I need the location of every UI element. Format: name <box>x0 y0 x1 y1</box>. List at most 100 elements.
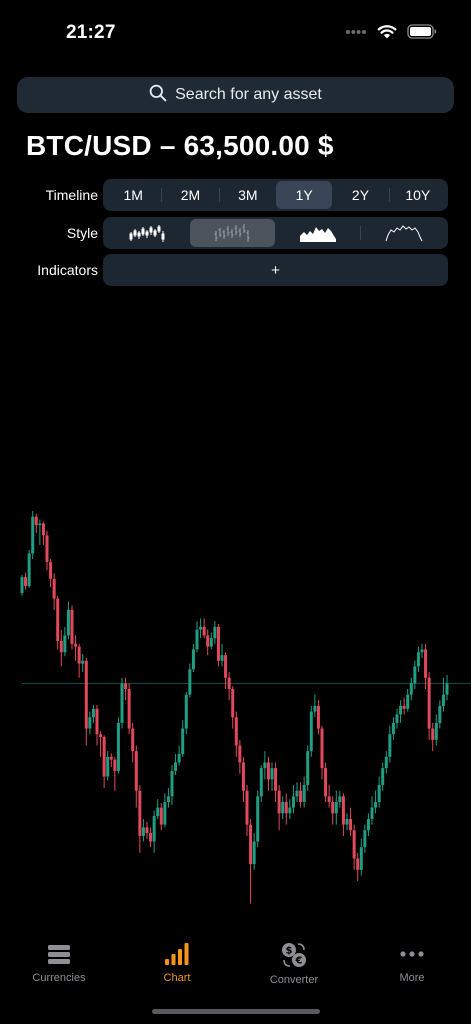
timeline-option-2y[interactable]: 2Y <box>332 181 388 209</box>
style-option-ohlc[interactable] <box>190 219 275 247</box>
candle <box>191 643 195 673</box>
candle <box>270 762 274 791</box>
candle <box>127 683 131 735</box>
tab-more[interactable]: More <box>353 942 471 984</box>
style-option-candles[interactable] <box>105 219 190 247</box>
timeline-option-2m[interactable]: 2M <box>162 181 218 209</box>
candle <box>316 700 320 735</box>
tab-chart[interactable]: Chart <box>118 942 236 984</box>
area-style-icon <box>299 227 336 242</box>
candle <box>38 519 42 545</box>
candle <box>338 790 342 808</box>
tab-converter[interactable]: $ € Converter <box>235 942 353 986</box>
style-label: Style <box>66 225 98 241</box>
candle <box>124 677 128 701</box>
candle <box>424 643 428 689</box>
candle <box>391 717 395 740</box>
candle <box>63 626 67 657</box>
candle <box>295 782 299 802</box>
candle <box>388 725 392 763</box>
svg-text:$: $ <box>286 946 293 957</box>
indicators-row: Indicators + <box>0 254 471 286</box>
status-bar: 21:27 <box>0 0 471 70</box>
candle <box>259 765 263 802</box>
candle <box>281 796 285 819</box>
candle <box>445 674 449 701</box>
candle <box>252 833 256 870</box>
style-option-area[interactable] <box>275 219 360 247</box>
candle <box>349 807 353 836</box>
candle <box>159 803 163 831</box>
candle <box>245 785 249 836</box>
candle <box>45 530 49 571</box>
candle <box>177 745 181 766</box>
style-option-line[interactable] <box>361 219 446 247</box>
candle <box>227 672 231 701</box>
candle <box>91 704 95 723</box>
candle <box>31 511 35 560</box>
candle <box>427 672 431 740</box>
candle <box>184 691 188 735</box>
candle <box>95 704 99 746</box>
candle <box>431 722 435 752</box>
tab-currencies[interactable]: Currencies <box>0 942 118 984</box>
page-title: BTC/USD – 63,500.00 $ <box>26 130 334 161</box>
candle <box>27 550 31 588</box>
candle <box>359 838 363 876</box>
candle <box>195 621 199 653</box>
candle <box>363 824 367 853</box>
candle <box>102 735 106 788</box>
candle <box>131 722 135 763</box>
indicators-label: Indicators <box>37 262 98 278</box>
candle <box>306 745 310 791</box>
candle <box>377 776 381 808</box>
timeline-option-1m[interactable]: 1M <box>105 181 161 209</box>
candle <box>88 711 92 735</box>
candle <box>409 677 413 701</box>
candle <box>263 751 267 780</box>
price-chart[interactable] <box>0 300 471 930</box>
status-time: 21:27 <box>66 22 116 43</box>
candle <box>288 799 292 819</box>
candle <box>216 624 220 667</box>
candle <box>188 663 192 698</box>
currency-exchange-icon: $ € <box>282 943 306 967</box>
candle <box>256 790 260 848</box>
candle <box>438 700 442 729</box>
candle <box>370 796 374 825</box>
tab-label: Converter <box>269 974 319 986</box>
candle <box>366 813 370 836</box>
stack-icon <box>48 945 70 964</box>
candle <box>309 705 313 757</box>
candle <box>170 765 174 805</box>
candle <box>141 818 145 842</box>
candle <box>381 762 385 791</box>
candle <box>149 827 153 848</box>
candle <box>74 635 78 661</box>
tab-label: Currencies <box>32 972 86 984</box>
candle <box>313 694 317 718</box>
timeline-segmented-control: 1M 2M 3M 1Y 2Y 10Y <box>103 179 448 211</box>
tab-label: Chart <box>163 972 191 984</box>
candle <box>116 717 120 774</box>
ellipsis-icon <box>400 951 424 957</box>
add-indicator-button[interactable]: + <box>103 254 448 286</box>
style-segmented-control <box>103 217 448 249</box>
candle <box>199 618 203 639</box>
candle <box>220 643 224 667</box>
candle <box>231 686 235 729</box>
candle <box>120 677 124 729</box>
candle <box>266 756 270 791</box>
candle <box>206 629 210 656</box>
candle <box>399 700 403 723</box>
candle <box>138 785 142 853</box>
timeline-option-3m[interactable]: 3M <box>220 181 276 209</box>
search-bar[interactable]: Search for any asset <box>17 77 454 113</box>
candle <box>413 660 417 689</box>
candle <box>341 793 345 836</box>
candle <box>56 595 60 650</box>
candle <box>234 711 238 757</box>
timeline-option-10y[interactable]: 10Y <box>390 181 446 209</box>
candle <box>70 605 74 650</box>
timeline-option-1y[interactable]: 1Y <box>275 181 333 209</box>
